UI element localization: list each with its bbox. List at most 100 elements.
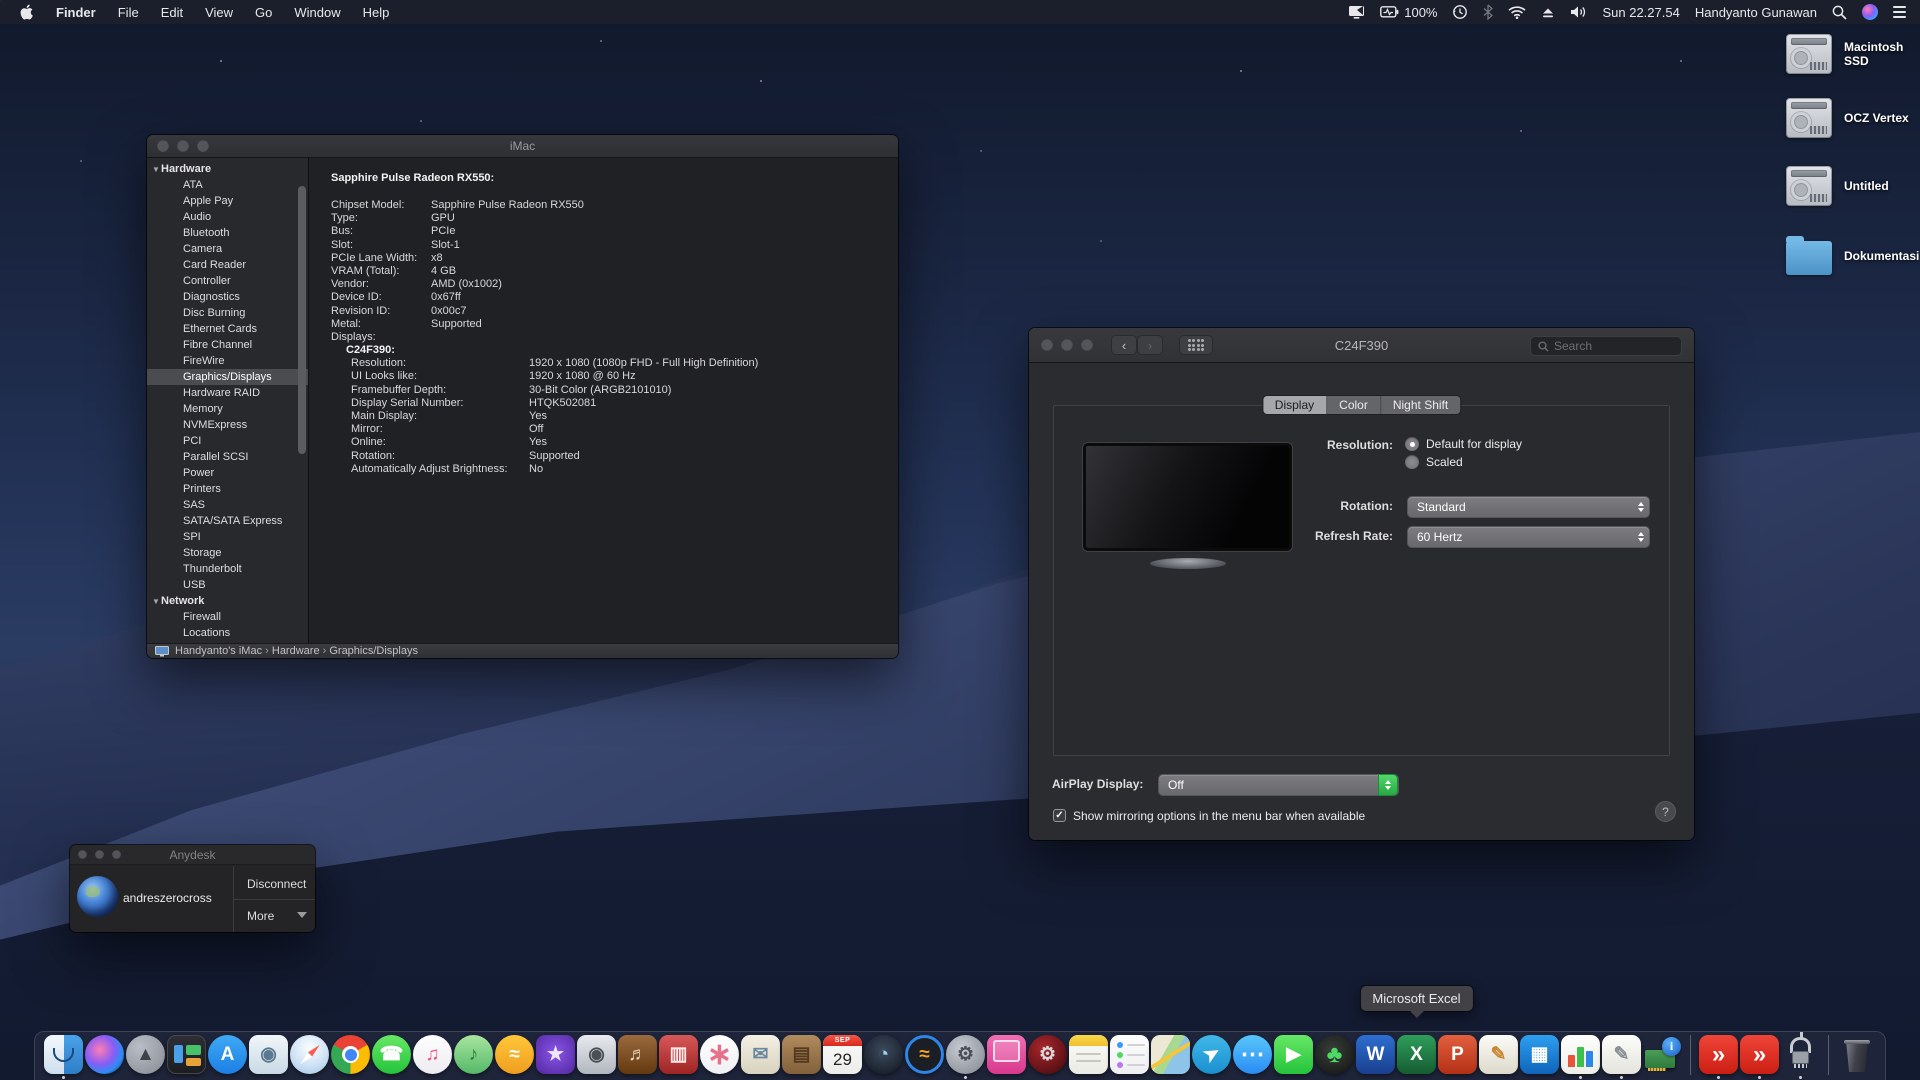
disclosure-triangle-icon[interactable]: ▼ — [151, 597, 161, 606]
dock-trash[interactable] — [1837, 1035, 1876, 1074]
fast-user-switching-menu[interactable]: Handyanto Gunawan — [1695, 5, 1817, 20]
dock-line-chart-app[interactable]: ≈ — [905, 1035, 944, 1074]
menu-finder[interactable]: Finder — [45, 5, 107, 20]
dock-forest-music-app[interactable]: ♪ — [454, 1035, 493, 1074]
wifi-icon[interactable] — [1508, 6, 1526, 19]
eject-icon[interactable] — [1541, 6, 1555, 19]
dock-preview[interactable]: ◉ — [249, 1035, 288, 1074]
tab-display[interactable]: Display — [1263, 396, 1327, 414]
help-button[interactable]: ? — [1655, 801, 1676, 822]
sidebar-item-hardware-raid[interactable]: Hardware RAID — [147, 385, 308, 401]
sidebar-scrollbar[interactable] — [298, 186, 306, 454]
dock-garageband[interactable]: ♬ — [618, 1035, 657, 1074]
dock-keynote[interactable]: ▦ — [1520, 1035, 1559, 1074]
desktop-icon-untitled[interactable]: Untitled — [1786, 166, 1920, 206]
dock-launchpad[interactable]: ▲ — [126, 1035, 165, 1074]
dock-microsoft-powerpoint[interactable]: P — [1438, 1035, 1477, 1074]
dock-chip-monitor-utility[interactable] — [1781, 1035, 1820, 1074]
tab-night-shift[interactable]: Night Shift — [1381, 396, 1460, 414]
desktop-icon-macintosh-ssd[interactable]: Macintosh SSD — [1786, 34, 1920, 74]
radio-button-selected[interactable] — [1405, 437, 1419, 451]
dock-audio-wave-app[interactable]: ≈ — [495, 1035, 534, 1074]
sidebar-item-pci[interactable]: PCI — [147, 433, 308, 449]
dock-contacts[interactable]: ▤ — [782, 1035, 821, 1074]
dock-numbers[interactable] — [1561, 1035, 1600, 1074]
dock-clover-app[interactable]: ♣ — [1315, 1035, 1354, 1074]
dock-facetime[interactable]: ▶ — [1274, 1035, 1313, 1074]
refresh-rate-dropdown[interactable]: 60 Hertz — [1407, 526, 1650, 548]
dock-system-preferences[interactable]: ⚙ — [946, 1035, 985, 1074]
apple-menu-icon[interactable] — [14, 4, 39, 20]
dock-whatsapp[interactable]: ☎ — [372, 1035, 411, 1074]
sidebar-item-audio[interactable]: Audio — [147, 209, 308, 225]
sidebar-item-spi[interactable]: SPI — [147, 529, 308, 545]
sidebar-item-apple-pay[interactable]: Apple Pay — [147, 193, 308, 209]
dock-gauge-app[interactable]: ◔ — [864, 1035, 903, 1074]
dock-photo-booth[interactable]: ▥ — [659, 1035, 698, 1074]
dock-mission-control[interactable] — [167, 1035, 206, 1074]
sidebar-item-locations[interactable]: Locations — [147, 625, 308, 641]
sidebar-item-card-reader[interactable]: Card Reader — [147, 257, 308, 273]
sidebar-item-thunderbolt[interactable]: Thunderbolt — [147, 561, 308, 577]
dock-imovie[interactable]: ★ — [536, 1035, 575, 1074]
sysinfo-titlebar[interactable]: iMac — [147, 135, 898, 158]
dock-mail[interactable]: ✉ — [741, 1035, 780, 1074]
dock-itunes[interactable]: ♫ — [413, 1035, 452, 1074]
sidebar-item-diagnostics[interactable]: Diagnostics — [147, 289, 308, 305]
menu-window[interactable]: Window — [283, 5, 351, 20]
sidebar-item-printers[interactable]: Printers — [147, 481, 308, 497]
dock-safari[interactable] — [290, 1035, 329, 1074]
menu-go[interactable]: Go — [244, 5, 283, 20]
tab-color[interactable]: Color — [1327, 396, 1381, 414]
sidebar-item-power[interactable]: Power — [147, 465, 308, 481]
radio-option-default-for-display[interactable]: Default for display — [1405, 436, 1522, 452]
battery-status[interactable]: 100% — [1380, 5, 1437, 20]
dock-notes[interactable] — [1069, 1035, 1108, 1074]
sidebar-item-firewire[interactable]: FireWire — [147, 353, 308, 369]
dock-app-store[interactable]: A — [208, 1035, 247, 1074]
search-field[interactable]: Search — [1530, 336, 1682, 356]
radio-option-scaled[interactable]: Scaled — [1405, 454, 1463, 470]
dock-siri[interactable] — [85, 1035, 124, 1074]
disclosure-triangle-icon[interactable]: ▼ — [151, 165, 161, 174]
sidebar-group-hardware[interactable]: ▼Hardware — [147, 161, 308, 177]
sidebar-item-storage[interactable]: Storage — [147, 545, 308, 561]
dock-stickies-app[interactable]: ✎ — [1479, 1035, 1518, 1074]
sidebar-item-usb[interactable]: USB — [147, 577, 308, 593]
dock-microsoft-excel[interactable]: XMicrosoft Excel — [1397, 1035, 1436, 1074]
mirroring-checkbox[interactable]: ✓ — [1053, 809, 1066, 822]
menu-bar-clock[interactable]: Sun 22.27.54 — [1602, 5, 1679, 20]
airplay-display-menu-icon[interactable] — [1348, 5, 1365, 19]
dock-calendar[interactable]: SEP29 — [823, 1035, 862, 1074]
dock-messages[interactable]: ⋯ — [1233, 1035, 1272, 1074]
dock-reminders[interactable] — [1110, 1035, 1149, 1074]
menu-help[interactable]: Help — [352, 5, 401, 20]
anydesk-titlebar[interactable]: Anydesk — [70, 845, 315, 865]
dock-finder[interactable] — [44, 1035, 83, 1074]
dock-textedit[interactable]: ✎ — [1602, 1035, 1641, 1074]
sidebar-item-memory[interactable]: Memory — [147, 401, 308, 417]
dock-anydesk-2[interactable]: » — [1740, 1035, 1779, 1074]
dock-display-utility-pink[interactable] — [987, 1035, 1026, 1074]
sidebar-item-nvmexpress[interactable]: NVMExpress — [147, 417, 308, 433]
sidebar-group-network[interactable]: ▼Network — [147, 593, 308, 609]
dock-red-sphere-utility[interactable]: ⚙ — [1028, 1035, 1067, 1074]
dock-photos[interactable]: ∗ — [700, 1035, 739, 1074]
menu-edit[interactable]: Edit — [150, 5, 194, 20]
volume-icon[interactable] — [1570, 5, 1587, 19]
rotation-dropdown[interactable]: Standard — [1407, 496, 1650, 518]
radio-button[interactable] — [1405, 455, 1419, 469]
disconnect-button[interactable]: Disconnect — [247, 877, 306, 891]
dock-chrome[interactable] — [331, 1035, 370, 1074]
dock-image-capture[interactable]: ◉ — [577, 1035, 616, 1074]
dock-maps[interactable] — [1151, 1035, 1190, 1074]
airplay-display-dropdown[interactable]: Off — [1158, 774, 1399, 796]
desktop-icon-ocz-vertex[interactable]: OCZ Vertex — [1786, 98, 1920, 138]
sidebar-item-bluetooth[interactable]: Bluetooth — [147, 225, 308, 241]
sidebar-item-graphics-displays[interactable]: Graphics/Displays — [147, 369, 308, 385]
siri-menu-icon[interactable] — [1862, 4, 1878, 20]
sidebar-item-sas[interactable]: SAS — [147, 497, 308, 513]
sidebar-item-disc-burning[interactable]: Disc Burning — [147, 305, 308, 321]
dock-telegram[interactable]: ➤ — [1192, 1035, 1231, 1074]
sidebar-item-fibre-channel[interactable]: Fibre Channel — [147, 337, 308, 353]
